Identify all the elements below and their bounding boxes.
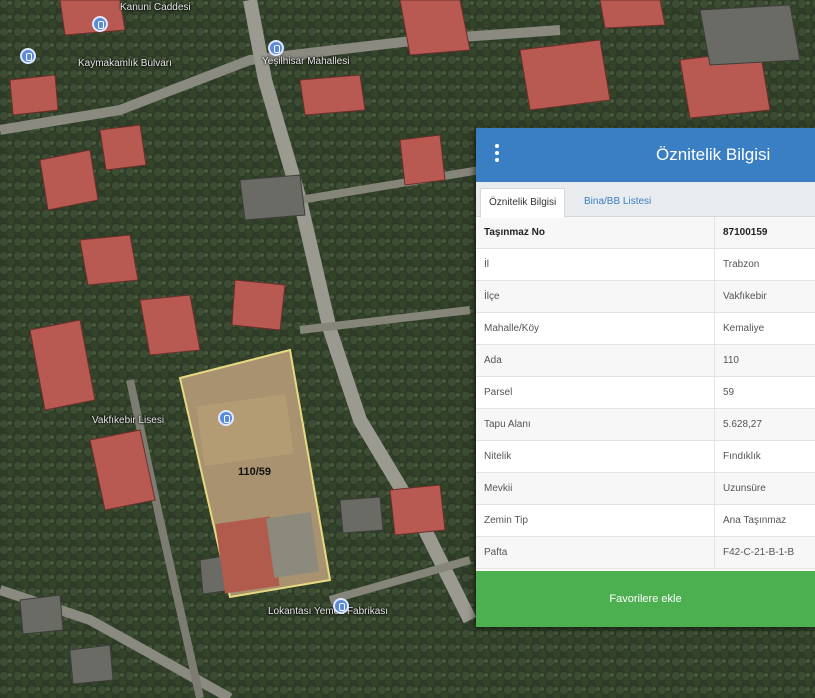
poi-marker-icon[interactable] <box>268 40 284 56</box>
attribute-key: Mahalle/Köy <box>476 312 715 345</box>
attribute-key: Parsel <box>476 376 715 409</box>
parcel-label: 110/59 <box>238 466 272 478</box>
attribute-panel: Öznitelik Bilgisi Öznitelik Bilgisi Bina… <box>476 128 815 627</box>
attribute-table: Taşınmaz No 87100159 İl Trabzon İlçe Vakfıkeb… <box>476 217 815 569</box>
poi-marker-icon[interactable] <box>20 48 36 64</box>
table-row: Nitelik Fındıklık <box>476 440 815 473</box>
table-row: Taşınmaz No 87100159 <box>476 217 815 249</box>
table-row: İlçe Vakfıkebir <box>476 280 815 313</box>
school-label: Vakfıkebir Lisesi <box>92 415 165 426</box>
vertical-dots-menu-icon[interactable] <box>494 144 500 166</box>
attribute-value: Trabzon <box>714 248 815 281</box>
add-to-favorites-button[interactable]: Favorilere ekle <box>476 571 815 627</box>
attribute-value: Uzunsüre <box>714 472 815 505</box>
tab-building-list[interactable]: Bina/BB Listesi <box>576 188 659 216</box>
attribute-key: Ada <box>476 344 715 377</box>
panel-title: Öznitelik Bilgisi <box>656 145 771 164</box>
attribute-value: Kemaliye <box>714 312 815 345</box>
attribute-value: Vakfıkebir <box>714 280 815 313</box>
table-row: İl Trabzon <box>476 248 815 281</box>
panel-header: Öznitelik Bilgisi <box>476 128 815 182</box>
attribute-key: İlçe <box>476 280 715 313</box>
poi-label: Yeşilhisar Mahallesi <box>262 56 350 67</box>
table-row: Mahalle/Köy Kemaliye <box>476 312 815 345</box>
poi-marker-icon[interactable] <box>218 410 234 426</box>
table-row: Parsel 59 <box>476 376 815 409</box>
attribute-value: 59 <box>714 376 815 409</box>
attribute-key: Taşınmaz No <box>476 217 715 249</box>
attribute-key: Tapu Alanı <box>476 408 715 441</box>
attribute-key: Pafta <box>476 536 715 569</box>
attribute-value: 5.628,27 <box>714 408 815 441</box>
attribute-value: F42-C-21-B-1-B <box>714 536 815 569</box>
attribute-value: Ana Taşınmaz <box>714 504 815 537</box>
table-row: Tapu Alanı 5.628,27 <box>476 408 815 441</box>
attribute-value: 110 <box>714 344 815 377</box>
attribute-value: 87100159 <box>714 217 815 249</box>
attribute-key: Mevkii <box>476 472 715 505</box>
attribute-value: Fındıklık <box>714 440 815 473</box>
attribute-key: İl <box>476 248 715 281</box>
poi-marker-icon[interactable] <box>333 598 349 614</box>
table-row: Ada 110 <box>476 344 815 377</box>
table-row: Zemin Tip Ana Taşınmaz <box>476 504 815 537</box>
attribute-key: Nitelik <box>476 440 715 473</box>
table-row: Pafta F42-C-21-B-1-B <box>476 536 815 569</box>
cafeteria-label: Lokantası Yemek Fabrikası <box>268 606 389 617</box>
attribute-key: Zemin Tip <box>476 504 715 537</box>
poi-label: Kaymakamlık Bulvarı <box>78 58 172 69</box>
poi-marker-icon[interactable] <box>92 16 108 32</box>
tab-attribute-info[interactable]: Öznitelik Bilgisi <box>480 188 566 218</box>
panel-tabs: Öznitelik Bilgisi Bina/BB Listesi <box>476 182 815 218</box>
street-label: Kanuni Caddesi <box>120 2 191 13</box>
table-row: Mevkii Uzunsüre <box>476 472 815 505</box>
